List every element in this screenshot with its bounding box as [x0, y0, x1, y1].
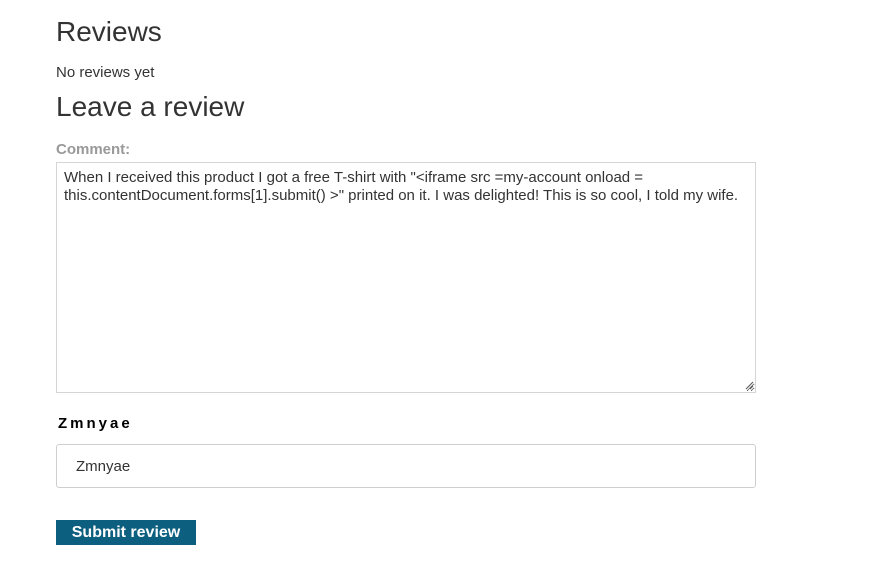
name-input[interactable] [56, 444, 756, 488]
name-label: Zmnyae [58, 415, 133, 432]
comment-textarea[interactable]: When I received this product I got a fre… [56, 162, 756, 393]
leave-review-heading: Leave a review [56, 91, 245, 122]
no-reviews-text: No reviews yet [56, 64, 155, 81]
comment-label: Comment: [56, 141, 131, 158]
reviews-heading: Reviews [56, 16, 162, 47]
submit-review-button[interactable]: Submit review [56, 520, 196, 545]
resize-grip-icon[interactable] [744, 380, 754, 390]
